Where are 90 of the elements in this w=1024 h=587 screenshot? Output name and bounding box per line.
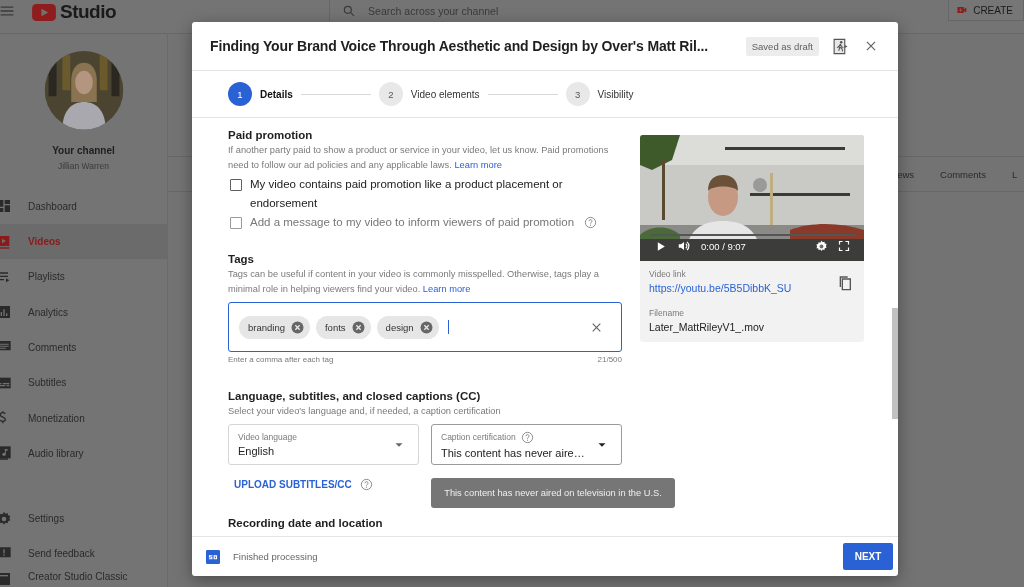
section-heading: Recording date and location [228,516,384,531]
nav-label: Settings [28,513,65,524]
nav-item[interactable]: Playlists [0,259,167,295]
learn-more-link[interactable]: Learn more [422,284,471,294]
section-heading: Language, subtitles, and closed captions (CC) [228,389,482,404]
filename: Later_MattRileyV1_.mov [649,321,765,333]
step-label: Visibility [597,88,634,100]
field-value: English [238,445,276,457]
nav-item[interactable]: Audio library [0,435,167,471]
tooltip: This content has never aired on television in the U.S. [431,478,675,508]
nav-label: Audio library [28,447,84,459]
nav-item[interactable]: Send feedback [0,536,167,571]
search-icon[interactable] [342,3,357,18]
remove-icon[interactable] [419,320,433,334]
create-button[interactable]: CREATE [948,0,1024,21]
scrollbar[interactable] [892,308,898,419]
nav-label: Send feedback [28,548,95,559]
nav-item[interactable]: Monetization [0,400,167,436]
info-label: Video link [649,269,687,279]
column-header[interactable]: Comments [940,168,986,180]
tags-field[interactable]: branding fonts design [228,302,622,352]
play-logo-icon [32,3,56,21]
nav-label: Videos [28,236,61,248]
status-badge: Saved as draft [745,36,819,56]
video-icon [0,233,12,250]
nav-item[interactable]: Subtitles [0,365,167,401]
section-description: Tags can be useful if content in your video is commonly misspelled. Otherwise, tags play a minimal role in helping viewers find your video. Learn more [228,268,601,296]
checkbox-label: Add a message to my video to inform viewers of paid promotion [250,215,575,230]
info-label: Filename [649,308,685,318]
next-button[interactable]: NEXT [843,543,893,570]
close-icon[interactable] [864,39,878,53]
remove-icon[interactable] [291,320,304,334]
nav-item[interactable]: Settings [0,501,167,536]
column-header[interactable]: ews [897,168,915,180]
nav-item[interactable]: Comments [0,329,167,366]
nav-label: Dashboard [28,200,77,212]
section-description: If another party paid to show a product or service in your video, let us know. Paid promotions need to follow our ad policies and any applicable laws. Learn more [228,144,610,172]
tag-label: design [385,321,414,333]
nav-label: Creator Studio Classic [28,571,128,582]
tag-label: fonts [325,321,346,333]
channel-title[interactable]: Your channel [0,144,167,156]
help-icon[interactable] [520,430,534,444]
step-number: 2 [378,82,403,106]
nav-label: Subtitles [28,377,67,389]
help-icon[interactable] [359,477,373,491]
logo-text: Studio [60,1,117,23]
dropdown[interactable]: Video language English [228,424,419,465]
nav-label: Comments [28,341,77,353]
field-label: Video language [238,432,297,442]
nav-item[interactable]: Videos [0,223,167,260]
section-heading: Paid promotion [228,128,314,143]
nav-item[interactable]: Analytics [0,294,167,330]
dashboard-icon [0,198,12,215]
step-label: Details [260,88,293,100]
remove-icon[interactable] [351,320,365,334]
nav-item[interactable]: Dashboard [0,188,167,224]
hd-icon [206,549,220,564]
section-heading: Tags [228,252,255,267]
step-tab[interactable]: 1 Details [228,82,293,106]
step-tab[interactable]: 3 Visibility [565,82,634,106]
checkbox-label: My video contains paid promotion like a product placement or endorsement [250,177,564,211]
checkbox[interactable] [230,179,242,191]
copy-icon[interactable] [837,274,853,292]
character-counter: 21/500 [597,355,622,365]
field-hint: Enter a comma after each tag [228,355,334,365]
fullscreen-icon[interactable] [838,240,850,252]
field-label: Caption certification [441,432,516,442]
step-label: Video elements [410,88,480,100]
section-description: Select your video's language and, if needed, a caption certification [228,405,502,418]
column-header[interactable]: L [1012,168,1024,180]
dialog-title: Finding Your Brand Voice Through Aesthetic and Design by Over's Matt Ril... [210,38,708,54]
settings-icon[interactable] [815,239,828,253]
step-number: 1 [228,82,252,106]
step-tab[interactable]: 2 Video elements [378,82,480,106]
nav-label: Monetization [28,412,85,424]
tag-label: branding [248,321,285,333]
nav-label: Playlists [28,271,65,283]
step-number: 3 [565,82,590,106]
video-link[interactable]: https://youtu.be/5B5DibbK_SU [649,282,792,294]
upload-subtitles-link[interactable]: UPLOAD SUBTITLES/CC [234,478,352,490]
field-value: This content has never aire… [441,446,586,459]
exit-icon[interactable] [832,36,849,56]
processing-status: Finished processing [233,551,318,562]
volume-icon[interactable] [677,239,691,253]
learn-more-link[interactable]: Learn more [454,160,502,170]
text-cursor [447,320,449,334]
video-time: 0:00 / 9:07 [701,240,746,252]
nav-label: Analytics [28,306,68,318]
dropdown[interactable]: Caption certification This content has never aire… [431,424,622,465]
nav-item[interactable]: Creator Studio Classic [0,571,167,587]
